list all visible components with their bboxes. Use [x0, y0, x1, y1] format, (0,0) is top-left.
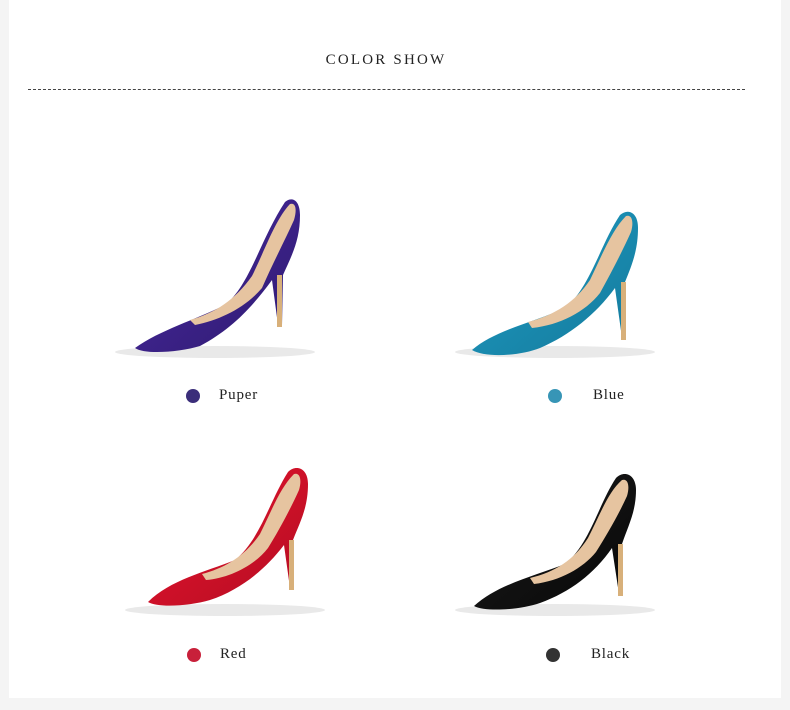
color-name: Blue — [593, 387, 625, 403]
color-label-row: Red — [187, 646, 247, 663]
color-option-red[interactable]: Red — [110, 450, 490, 710]
shoe-image-puper — [115, 199, 315, 358]
shoe-image-blue — [455, 211, 655, 358]
color-option-blue[interactable]: Blue — [440, 190, 790, 450]
color-swatch — [546, 647, 560, 662]
color-name: Black — [591, 646, 630, 662]
color-option-puper[interactable]: Puper — [100, 180, 480, 440]
section-title: COLOR SHOW — [325, 52, 447, 68]
color-label-row: Blue — [548, 387, 625, 404]
shoe-image-red — [125, 468, 325, 616]
color-label-row: Black — [546, 646, 630, 663]
color-name: Puper — [219, 387, 258, 403]
color-name: Red — [220, 646, 247, 662]
color-swatch — [548, 388, 562, 403]
color-option-black[interactable]: Black — [440, 450, 790, 710]
dashed-divider — [28, 89, 745, 90]
color-swatch — [186, 388, 200, 403]
color-label-row: Puper — [186, 387, 258, 404]
color-swatch — [187, 647, 201, 662]
shoe-image-black — [455, 474, 655, 616]
